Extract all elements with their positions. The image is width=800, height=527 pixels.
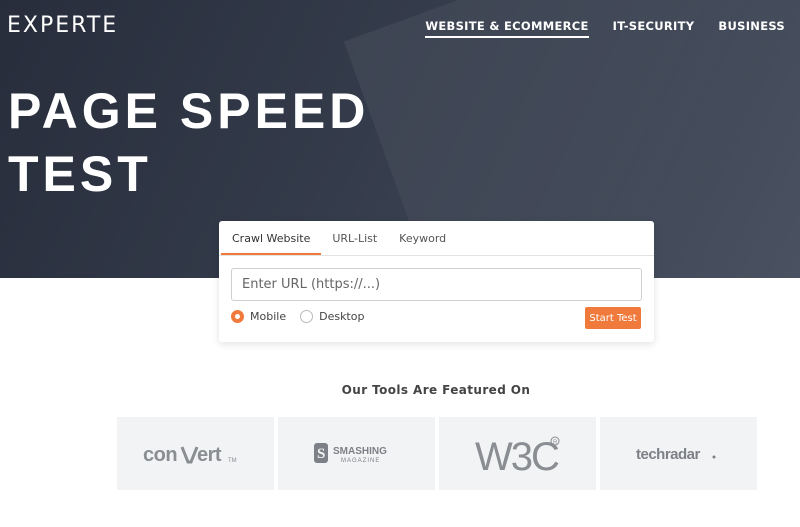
featured-logos: con ert TM S SMASHING MAGAZINE W3C R tec… [117, 417, 757, 490]
radio-desktop[interactable]: Desktop [300, 310, 364, 323]
start-test-button[interactable]: Start Test [585, 307, 641, 329]
nav-item-business[interactable]: BUSINESS [718, 19, 785, 38]
radio-mobile-indicator[interactable] [231, 310, 244, 323]
svg-text:ert: ert [197, 444, 222, 466]
page-title-line-2: TEST [8, 146, 152, 202]
convert-logo: con ert TM [143, 444, 237, 466]
svg-text:S: S [317, 446, 325, 462]
techradar-logo: techradar [636, 446, 715, 463]
page-title-line-1: PAGE SPEED [8, 83, 370, 139]
svg-text:techradar: techradar [636, 446, 701, 463]
w3c-logo: W3C R [475, 435, 561, 476]
svg-text:con: con [143, 444, 177, 466]
logo-smashing-magazine[interactable]: S SMASHING MAGAZINE [278, 417, 435, 490]
radio-mobile-label: Mobile [250, 310, 287, 323]
svg-text:R: R [553, 440, 558, 446]
featured-heading: Our Tools Are Featured On [341, 383, 531, 397]
svg-text:MAGAZINE: MAGAZINE [341, 458, 380, 464]
page-title: PAGE SPEED TEST [8, 80, 369, 206]
tab-keyword[interactable]: Keyword [388, 221, 457, 255]
svg-text:SMASHING: SMASHING [333, 446, 387, 457]
nav-item-website-ecommerce[interactable]: WEBSITE & ECOMMERCE [425, 19, 589, 38]
radio-desktop-label: Desktop [319, 310, 365, 323]
tab-crawl-website[interactable]: Crawl Website [221, 221, 322, 255]
radio-desktop-indicator[interactable] [300, 310, 314, 323]
device-options: Mobile Desktop [231, 310, 364, 323]
logo-w3c[interactable]: W3C R [439, 417, 596, 490]
logo-convert[interactable]: con ert TM [117, 417, 274, 490]
url-input[interactable] [231, 268, 642, 301]
radio-mobile[interactable]: Mobile [231, 310, 286, 323]
main-nav: WEBSITE & ECOMMERCE IT-SECURITY BUSINESS [425, 19, 785, 38]
svg-text:W3C: W3C [475, 435, 559, 476]
svg-text:TM: TM [228, 458, 237, 464]
nav-item-it-security[interactable]: IT-SECURITY [613, 19, 695, 38]
logo-techradar[interactable]: techradar [600, 417, 757, 490]
form-tabs: Crawl Website URL-List Keyword [219, 221, 654, 256]
tab-url-list[interactable]: URL-List [321, 221, 388, 255]
speed-test-form: Crawl Website URL-List Keyword Mobile De… [219, 221, 654, 342]
site-logo[interactable]: EXPERTE [7, 13, 118, 38]
smashing-magazine-logo: S SMASHING MAGAZINE [313, 442, 387, 464]
